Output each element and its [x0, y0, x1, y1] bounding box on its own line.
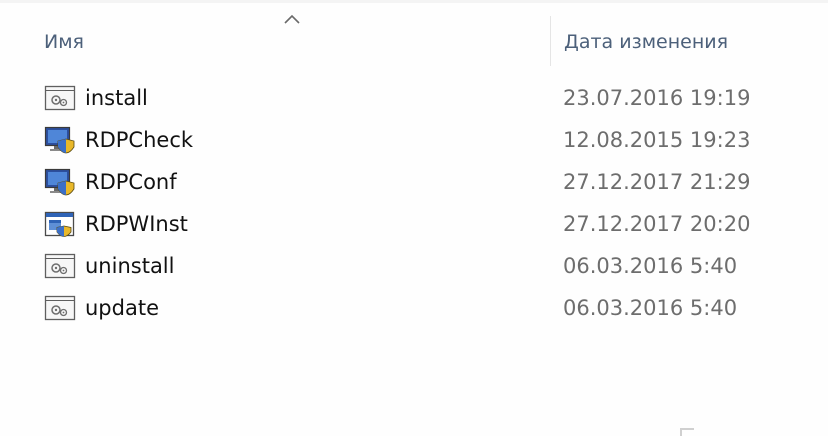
file-date-modified: 27.12.2017 21:29	[563, 170, 751, 194]
column-header-bar: Имя Дата изменения	[0, 0, 828, 68]
date-modified-column-header[interactable]: Дата изменения	[560, 28, 732, 56]
file-name: RDPCheck	[85, 128, 194, 152]
file-date-modified: 27.12.2017 20:20	[563, 212, 751, 236]
partial-cursor-mark	[680, 428, 694, 436]
batch-file-icon	[44, 295, 76, 321]
file-row-update[interactable]: update 06.03.2016 5:40	[0, 288, 820, 330]
rdp-monitor-shield-icon	[44, 168, 75, 196]
file-date-modified: 23.07.2016 19:19	[563, 86, 751, 110]
file-row-install[interactable]: install 23.07.2016 19:19	[0, 78, 820, 120]
file-list: install 23.07.2016 19:19 RDPCheck 12.08.…	[0, 78, 828, 330]
file-row-rdpconf[interactable]: RDPConf 27.12.2017 21:29	[0, 162, 820, 204]
file-row-rdpwinst[interactable]: RDPWInst 27.12.2017 20:20	[0, 204, 820, 246]
application-window-icon	[44, 211, 75, 237]
file-date-modified: 06.03.2016 5:40	[563, 254, 738, 278]
sort-ascending-chevron-icon[interactable]	[282, 12, 302, 26]
file-name: update	[85, 296, 159, 320]
rdp-monitor-shield-icon	[44, 126, 75, 154]
file-row-rdpcheck[interactable]: RDPCheck 12.08.2015 19:23	[0, 120, 820, 162]
batch-file-icon	[44, 85, 76, 111]
name-column-header[interactable]: Имя	[40, 28, 88, 56]
file-name: RDPConf	[85, 170, 177, 194]
file-name: RDPWInst	[85, 212, 188, 236]
batch-file-icon	[44, 253, 76, 279]
file-date-modified: 06.03.2016 5:40	[563, 296, 738, 320]
file-name: install	[85, 86, 148, 110]
file-name: uninstall	[85, 254, 175, 278]
file-explorer-view: Имя Дата изменения install 23.07.2016 19…	[0, 0, 828, 436]
column-separator[interactable]	[550, 16, 551, 66]
file-date-modified: 12.08.2015 19:23	[563, 128, 751, 152]
file-row-uninstall[interactable]: uninstall 06.03.2016 5:40	[0, 246, 820, 288]
